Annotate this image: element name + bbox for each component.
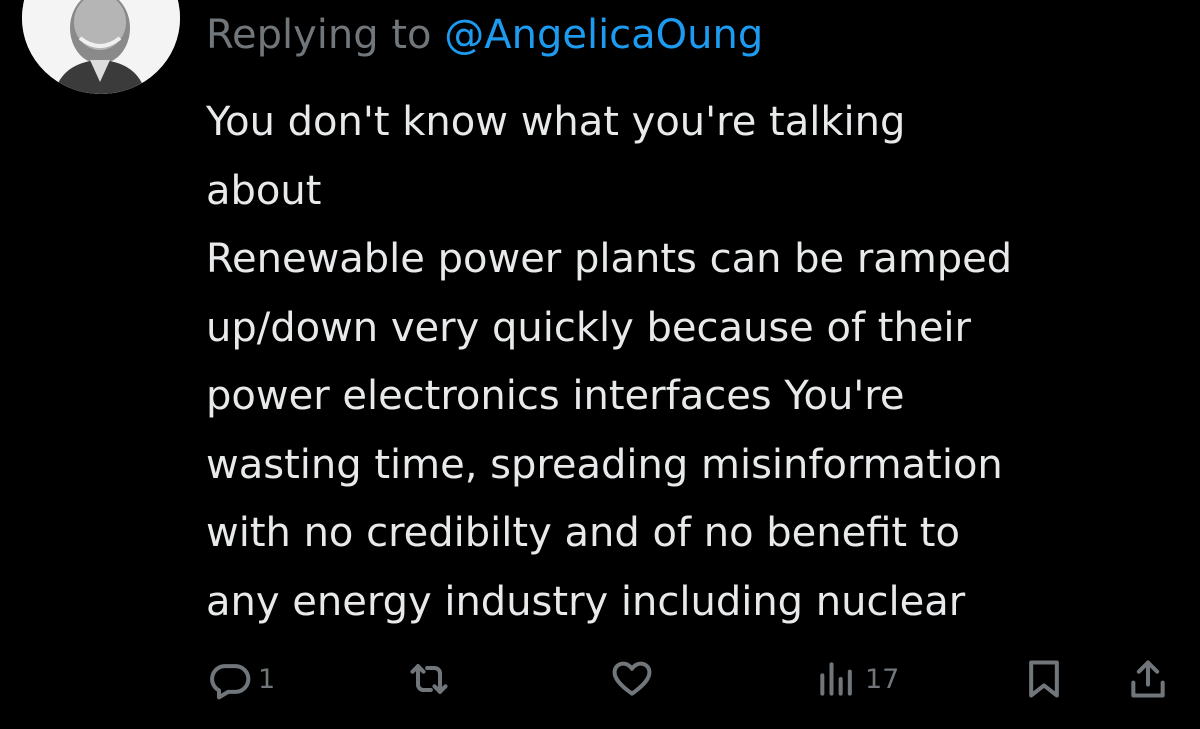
replying-to: Replying to @AngelicaOung — [206, 5, 763, 65]
reply-count: 1 — [258, 663, 276, 695]
tweet-text-line: power electronics interfaces You're — [206, 373, 905, 419]
reply-button[interactable]: 1 — [208, 654, 275, 704]
share-icon — [1131, 660, 1165, 698]
tweet-text-line: wasting time, spreading misinformation — [206, 441, 1003, 488]
views-button[interactable]: 17 — [815, 654, 899, 704]
retweet-button[interactable] — [407, 654, 457, 704]
tweet-text-line: any energy industry including nuclear — [206, 578, 966, 625]
heart-icon — [612, 661, 652, 696]
share-button[interactable] — [1126, 654, 1170, 704]
tweet-text-line: about — [206, 167, 322, 214]
tweet-text: You don't know what you're talking about… — [206, 88, 1181, 636]
like-button[interactable] — [610, 654, 660, 704]
retweet-icon — [410, 664, 448, 694]
avatar[interactable] — [22, 0, 180, 94]
tweet-text-line: You don't know what you're talking — [206, 99, 906, 145]
tweet-text-line: with no credibilty and of no benefit to — [206, 510, 960, 556]
avatar-photo — [22, 0, 180, 94]
views-count: 17 — [865, 663, 900, 695]
tweet-text-line: Renewable power plants can be ramped — [206, 236, 1013, 282]
bookmark-button[interactable] — [1022, 654, 1066, 704]
bookmark-icon — [1029, 660, 1059, 698]
tweet-action-bar: 1 17 — [0, 654, 1200, 704]
reply-icon — [210, 664, 251, 700]
replying-to-label: Replying to — [206, 12, 432, 58]
views-icon — [820, 662, 852, 696]
reply-handle-link[interactable]: @AngelicaOung — [444, 12, 763, 58]
tweet-text-line: up/down very quickly because of their — [206, 304, 971, 351]
